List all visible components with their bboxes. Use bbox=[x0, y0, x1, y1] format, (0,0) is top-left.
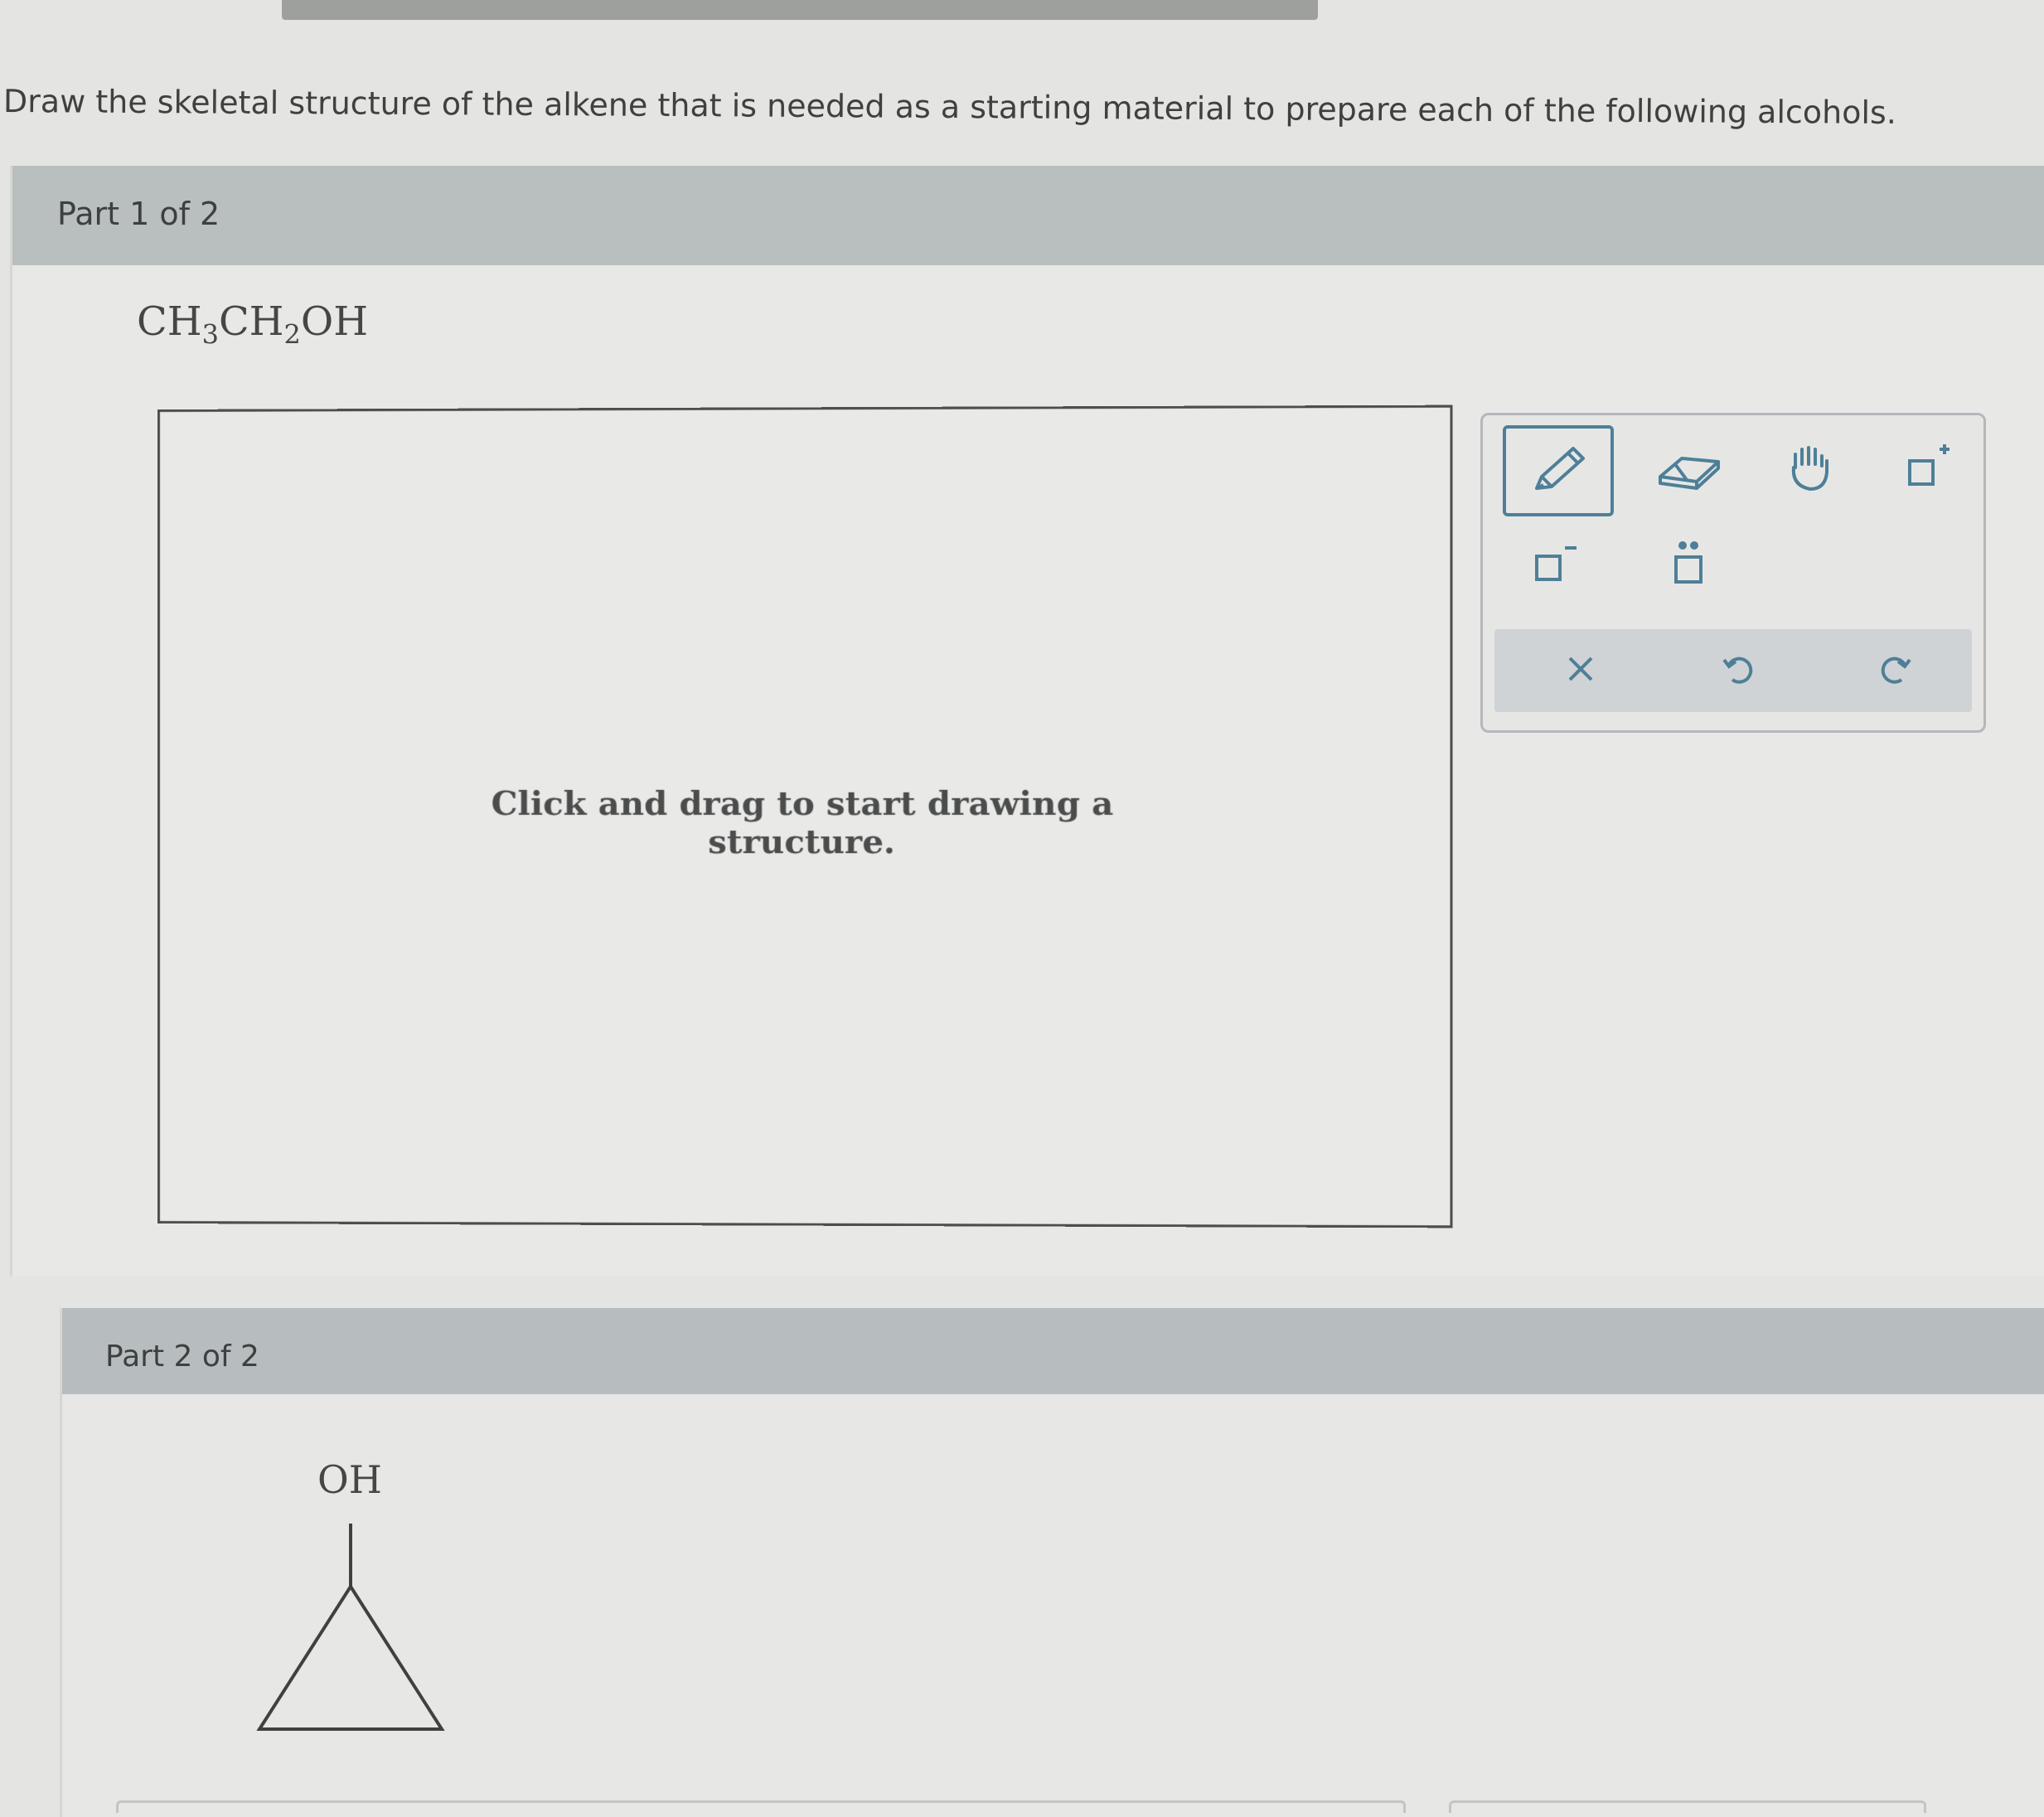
formula-subscript-3: 3 bbox=[201, 318, 219, 351]
redo-icon bbox=[1875, 648, 1916, 693]
add-positive-charge-icon bbox=[1898, 439, 1956, 501]
lone-pair-tool[interactable] bbox=[1635, 521, 1741, 608]
bottom-button-edge[interactable] bbox=[1449, 1800, 1926, 1813]
undo-button[interactable] bbox=[1685, 629, 1791, 712]
undo-icon bbox=[1717, 648, 1759, 693]
cyclopropane-ring bbox=[256, 1524, 445, 1731]
toolbar-action-row bbox=[1494, 629, 1972, 712]
clear-icon bbox=[1560, 648, 1601, 693]
pencil-icon bbox=[1525, 440, 1591, 501]
add-negative-charge-icon bbox=[1525, 538, 1583, 591]
part-1-label: Part 1 of 2 bbox=[57, 196, 220, 232]
part-2-panel: Part 2 of 2 OH bbox=[60, 1308, 2044, 1817]
drawing-canvas[interactable]: Click and drag to start drawing a struct… bbox=[157, 405, 1453, 1228]
ethanol-formula: CH3CH2OH bbox=[137, 298, 368, 351]
top-scrollbar[interactable] bbox=[282, 0, 1318, 20]
part-2-label: Part 2 of 2 bbox=[105, 1340, 259, 1374]
eraser-icon bbox=[1654, 443, 1723, 497]
hand-icon bbox=[1782, 439, 1840, 501]
pencil-tool[interactable] bbox=[1503, 425, 1614, 516]
add-lone-pair-icon bbox=[1659, 534, 1717, 595]
canvas-hint: Click and drag to start drawing a struct… bbox=[491, 783, 1114, 862]
formula-subscript-2: 2 bbox=[283, 318, 301, 351]
positive-charge-tool[interactable] bbox=[1874, 427, 1980, 513]
part-2-header: Part 2 of 2 bbox=[62, 1308, 2044, 1394]
formula-oh: OH bbox=[300, 298, 369, 345]
part-1-header: Part 1 of 2 bbox=[12, 166, 2044, 265]
drawing-toolbar bbox=[1480, 413, 1986, 733]
redo-button[interactable] bbox=[1843, 629, 1949, 712]
bottom-panel-edge bbox=[116, 1800, 1406, 1813]
clear-button[interactable] bbox=[1528, 629, 1634, 712]
formula-ch3: CH bbox=[137, 298, 202, 345]
eraser-tool[interactable] bbox=[1635, 427, 1741, 513]
formula-ch2: CH bbox=[218, 298, 284, 345]
negative-charge-tool[interactable] bbox=[1501, 521, 1607, 608]
question-instruction: Draw the skeletal structure of the alken… bbox=[2, 83, 1897, 131]
hand-tool[interactable] bbox=[1758, 427, 1864, 513]
